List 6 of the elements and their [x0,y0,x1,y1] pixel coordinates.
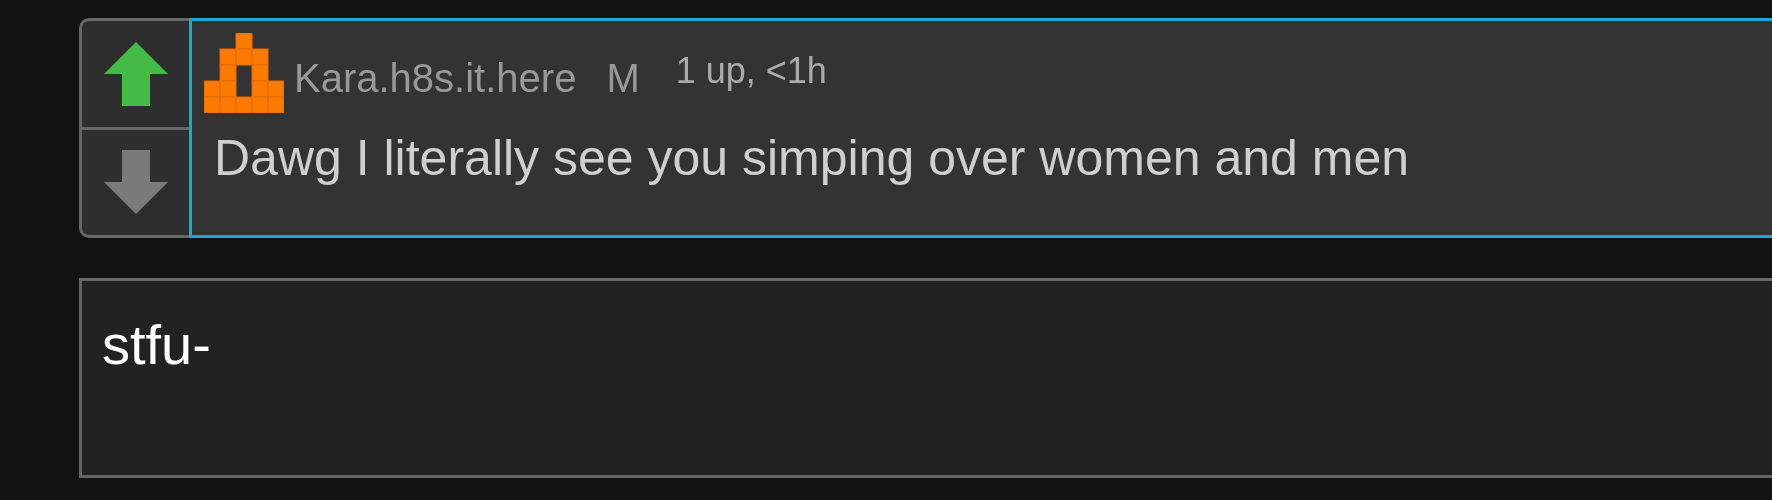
user-flair: M [606,55,640,102]
comment-meta: 1 up, <1h [675,49,827,93]
reply-field[interactable]: stfu- [79,278,1772,478]
avatar-icon [204,33,284,113]
comment-text: Dawg I literally see you simping over women and men [214,129,1410,188]
username[interactable]: Kara.h8s.it.here [294,48,577,108]
